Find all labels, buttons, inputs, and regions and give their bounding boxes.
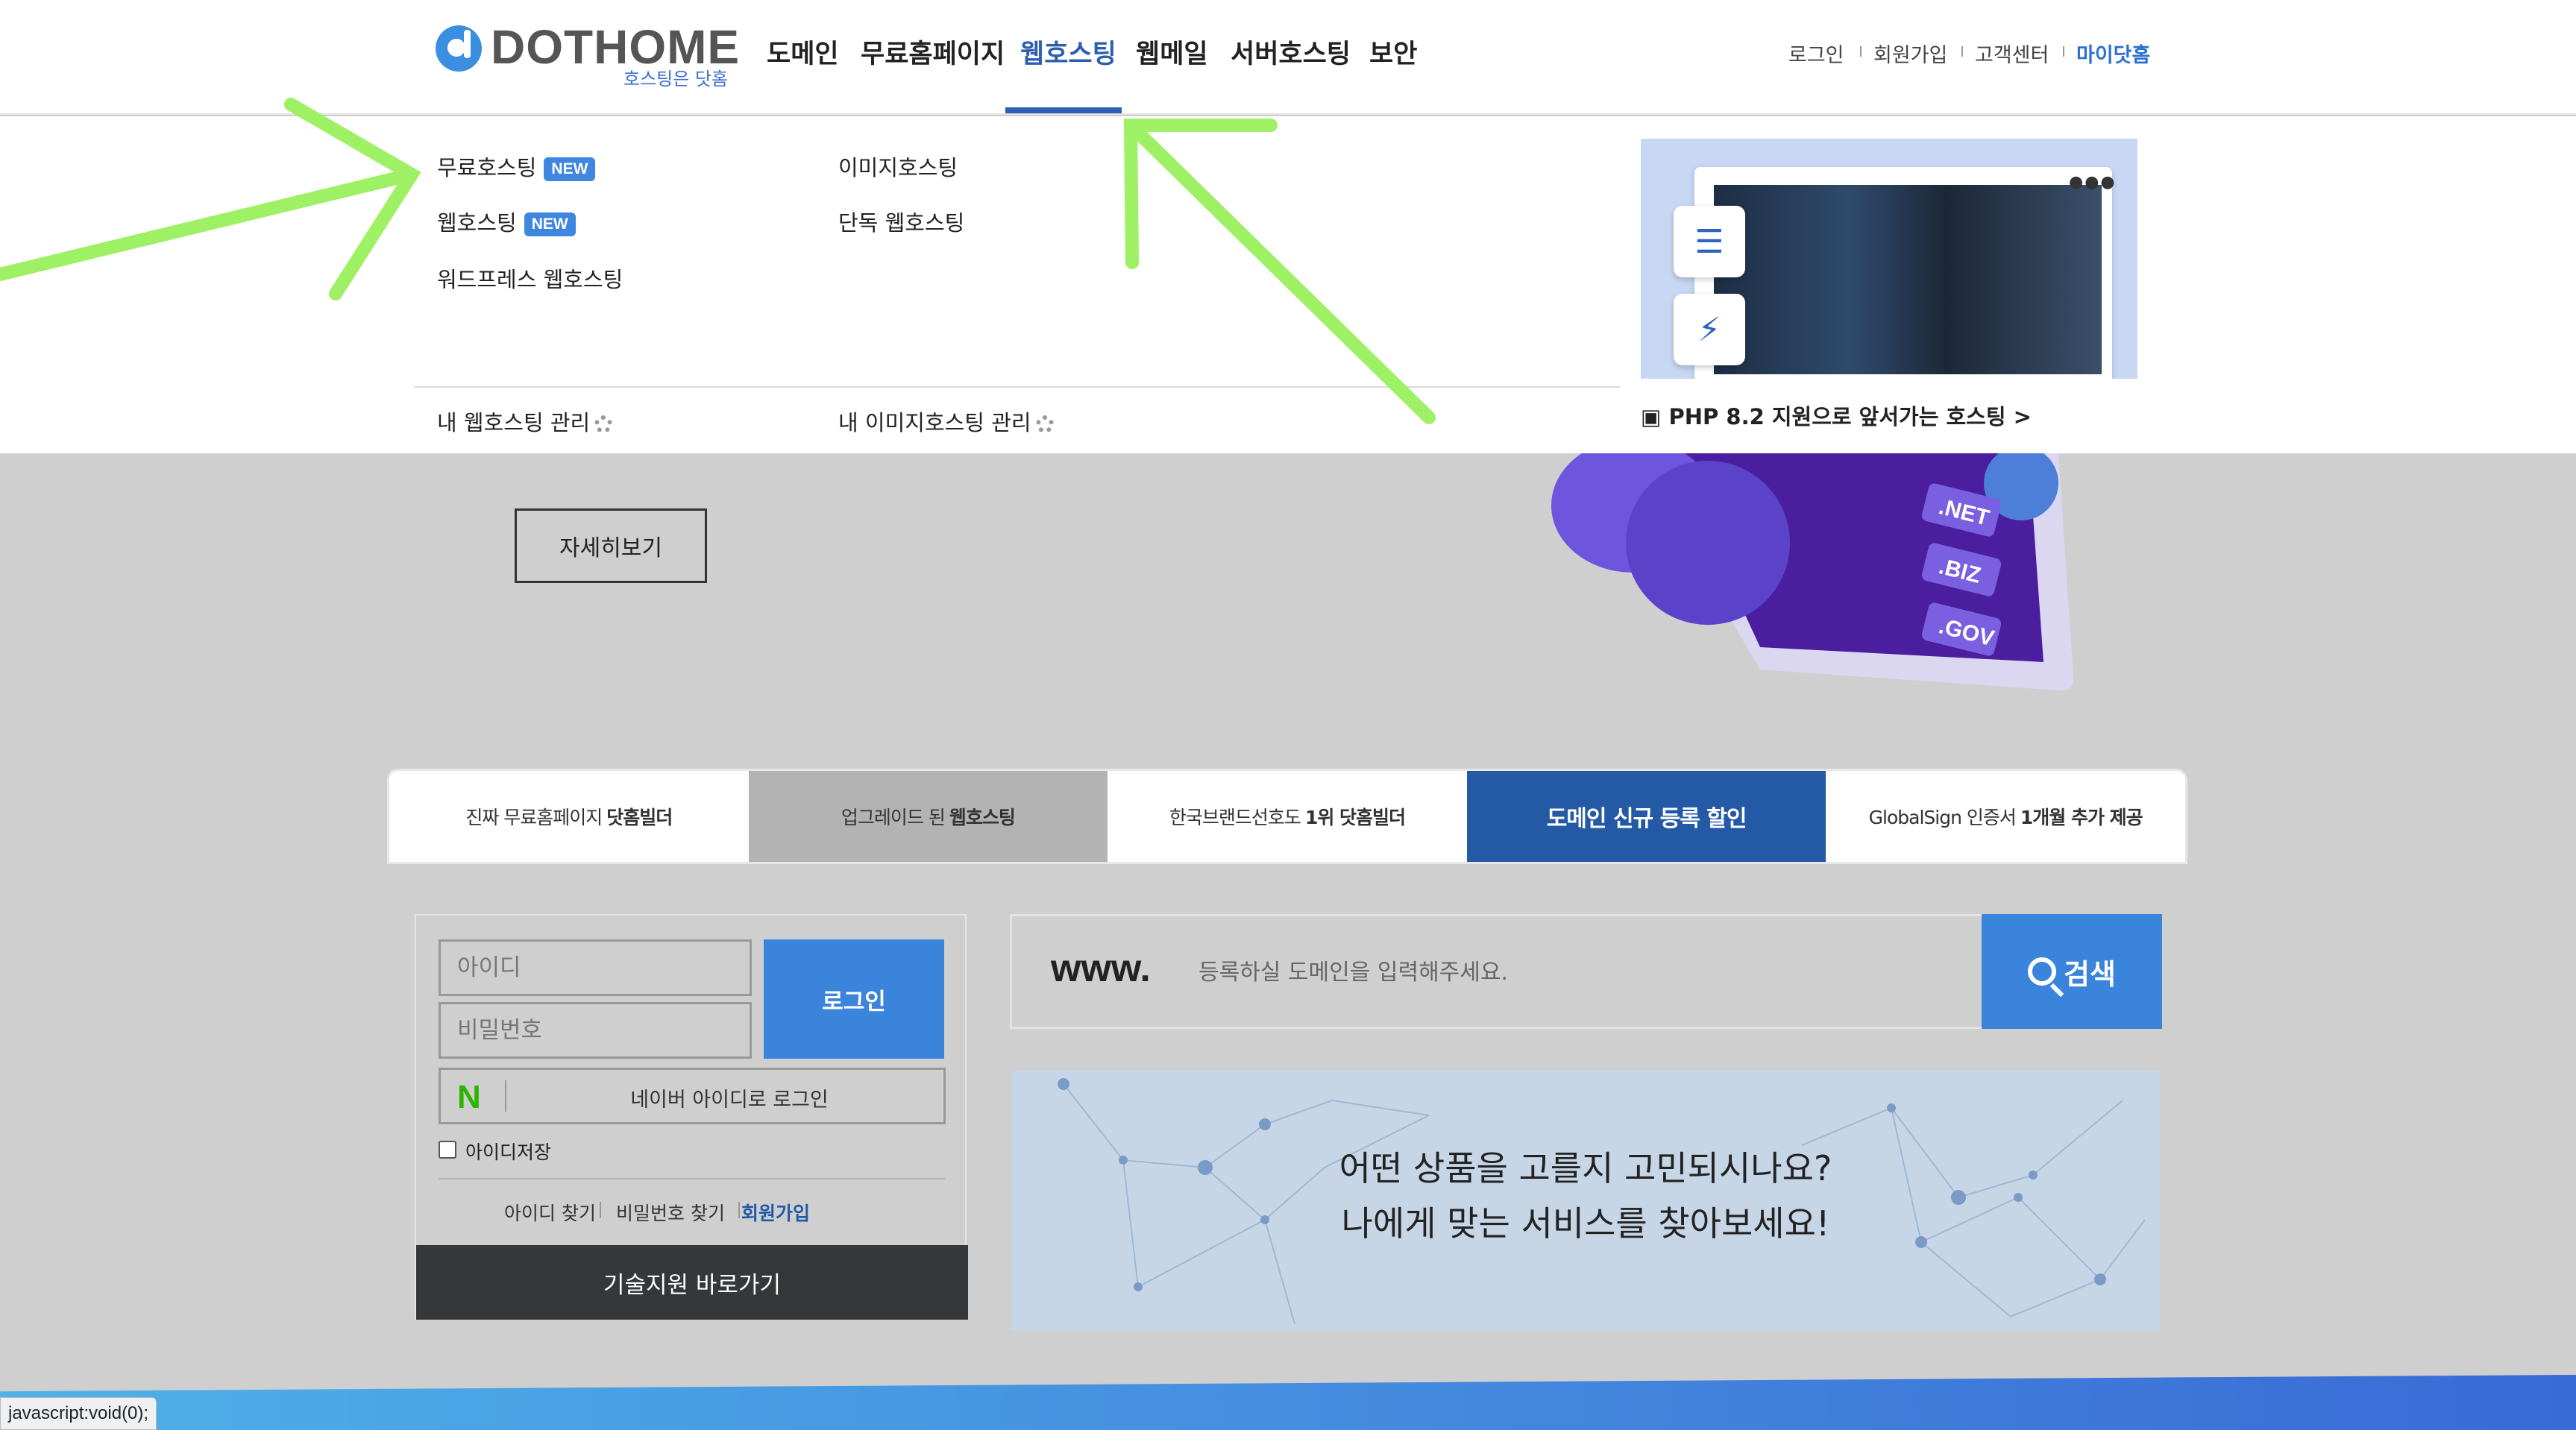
find-id-link[interactable]: 아이디 찾기 <box>504 1199 596 1226</box>
util-signup-link[interactable]: 회원가입 <box>1873 39 1947 68</box>
www-prefix: www. <box>1051 947 1151 990</box>
domain-search-button[interactable]: 검색 <box>1982 914 2162 1029</box>
menu-wordpress-hosting[interactable]: 워드프레스 웹호스팅 <box>437 262 623 294</box>
tab-upgraded-hosting[interactable]: 업그레이드 된 웹호스팅 <box>748 771 1108 862</box>
nav-server-hosting[interactable]: 서버호스팅 <box>1231 33 1351 71</box>
util-support-link[interactable]: 고객센터 <box>1975 39 2049 68</box>
gear-icon <box>1035 415 1054 433</box>
login-divider <box>439 1178 946 1179</box>
link-separator <box>738 1202 740 1218</box>
util-separator <box>2063 46 2064 57</box>
manage-web-hosting-label: 내 웹호스팅 관리 <box>437 410 591 435</box>
find-password-link[interactable]: 비밀번호 찾기 <box>616 1199 725 1226</box>
site-header: DOTHOME 호스팅은 닷홈 도메인 무료홈페이지 웹호스팅 웹메일 서버호스… <box>0 0 2576 115</box>
gift-icon: ▣ <box>1641 404 1662 429</box>
domain-hero-illustration: .NET .BIZ .GOV <box>1551 453 2074 691</box>
dothome-logo[interactable]: DOTHOME 호스팅은 닷홈 <box>436 20 739 94</box>
recommendation-line-1: 어떤 상품을 고를지 고민되시나요? <box>1339 1148 1832 1188</box>
logo-mark-icon <box>436 25 482 72</box>
link-separator <box>600 1202 601 1218</box>
service-recommendation-banner[interactable]: 어떤 상품을 고를지 고민되시나요? 나에게 맞는 서비스를 찾아보세요! <box>1011 1071 2160 1330</box>
login-button[interactable]: 로그인 <box>764 939 944 1059</box>
nav-free-homepage[interactable]: 무료홈페이지 <box>861 33 1005 71</box>
tab-bold-text: 1개월 추가 제공 <box>2020 807 2143 828</box>
nav-web-hosting[interactable]: 웹호스팅 <box>1020 33 1116 71</box>
naver-login-label: 네이버 아이디로 로그인 <box>630 1089 829 1112</box>
tab-text: 업그레이드 된 <box>841 807 946 828</box>
detail-view-button[interactable]: 자세히보기 <box>515 508 707 583</box>
feature-tabs: 진짜 무료홈페이지 닷홈빌더 업그레이드 된 웹호스팅 한국브랜드선호도 1위 닷홈빌… <box>389 771 2185 862</box>
tech-support-button[interactable]: 기술지원 바로가기 <box>416 1245 968 1320</box>
promo-caption-link[interactable]: ▣ PHP 8.2 지원으로 앞서가는 호스팅 > <box>1641 400 2032 431</box>
tab-domain-discount[interactable]: 도메인 신규 등록 할인 <box>1466 771 1826 862</box>
gear-icon <box>594 415 613 433</box>
tab-brand-preference[interactable]: 한국브랜드선호도 1위 닷홈빌더 <box>1108 771 1467 862</box>
save-id-checkbox[interactable] <box>439 1141 456 1159</box>
id-input[interactable] <box>439 939 752 996</box>
lightning-icon: ⚡ <box>1674 294 1745 365</box>
footer-gradient-band <box>0 1375 2576 1430</box>
tab-text: 진짜 무료홈페이지 <box>465 807 603 828</box>
search-button-label: 검색 <box>2064 959 2116 991</box>
domain-search-box: www. 검색 <box>1010 914 2162 1029</box>
recommendation-line-2: 나에게 맞는 서비스를 찾아보세요! <box>1341 1203 1830 1244</box>
promo-banner-image[interactable]: ●●● ☰ ⚡ <box>1641 139 2137 379</box>
tab-bold-text: 닷홈빌더 <box>606 807 673 828</box>
password-input[interactable] <box>439 1002 752 1059</box>
menu-dedicated-hosting[interactable]: 단독 웹호스팅 <box>838 206 964 237</box>
util-login-link[interactable]: 로그인 <box>1788 39 1844 68</box>
search-icon <box>2028 957 2057 986</box>
dropdown-divider <box>415 386 1620 388</box>
tab-text: 도메인 신규 등록 할인 <box>1546 806 1747 832</box>
manage-image-hosting-link[interactable]: 내 이미지호스팅 관리 <box>838 406 1054 437</box>
naver-login-button[interactable]: N 네이버 아이디로 로그인 <box>439 1068 946 1124</box>
tab-text: GlobalSign 인증서 <box>1868 807 2017 828</box>
cloud-shape <box>1626 461 1790 625</box>
nav-security[interactable]: 보안 <box>1369 33 1417 71</box>
signup-link[interactable]: 회원가입 <box>741 1199 810 1226</box>
util-separator <box>1860 46 1862 57</box>
menu-free-hosting[interactable]: 무료호스팅 NEW <box>437 151 596 182</box>
tab-free-homepage[interactable]: 진짜 무료홈페이지 닷홈빌더 <box>389 771 749 862</box>
new-badge: NEW <box>544 157 596 181</box>
window-dots-icon: ●●● <box>2069 173 2117 192</box>
manage-image-hosting-label: 내 이미지호스팅 관리 <box>838 410 1031 435</box>
recommendation-text: 어떤 상품을 고를지 고민되시나요? 나에게 맞는 서비스를 찾아보세요! <box>1011 1141 2160 1251</box>
util-mydothome-link[interactable]: 마이닷홈 <box>2076 39 2150 68</box>
naver-n-icon: N <box>457 1079 481 1115</box>
menu-web-hosting-label: 웹호스팅 <box>437 210 517 236</box>
hosting-dropdown-menu <box>0 116 2576 453</box>
tab-text: 한국브랜드선호도 <box>1169 807 1301 828</box>
tab-globalsign[interactable]: GlobalSign 인증서 1개월 추가 제공 <box>1826 771 2185 862</box>
nav-webmail[interactable]: 웹메일 <box>1136 33 1208 71</box>
logo-tagline: 호스팅은 닷홈 <box>623 69 729 89</box>
tab-bold-text: 웹호스팅 <box>949 807 1016 828</box>
server-upload-icon: ☰ <box>1674 206 1745 277</box>
tab-bold-text: 1위 닷홈빌더 <box>1304 807 1406 828</box>
login-panel: 로그인 N 네이버 아이디로 로그인 아이디저장 아이디 찾기 비밀번호 찾기 … <box>415 914 968 1320</box>
promo-caption-text: PHP 8.2 지원으로 앞서가는 호스팅 > <box>1668 404 2032 429</box>
util-separator <box>1961 46 1963 57</box>
domain-search-input[interactable] <box>1199 946 1907 998</box>
server-room-photo <box>1714 185 2102 374</box>
manage-web-hosting-link[interactable]: 내 웹호스팅 관리 <box>437 406 613 437</box>
save-id-label[interactable]: 아이디저장 <box>465 1138 551 1165</box>
browser-status-bar: javascript:void(0); <box>0 1397 157 1430</box>
naver-separator <box>505 1080 506 1112</box>
menu-image-hosting[interactable]: 이미지호스팅 <box>838 151 958 182</box>
new-badge: NEW <box>524 212 576 236</box>
menu-web-hosting[interactable]: 웹호스팅 NEW <box>437 206 576 237</box>
nav-domain[interactable]: 도메인 <box>767 33 839 71</box>
active-nav-indicator <box>1005 107 1122 113</box>
menu-free-hosting-label: 무료호스팅 <box>437 155 537 180</box>
